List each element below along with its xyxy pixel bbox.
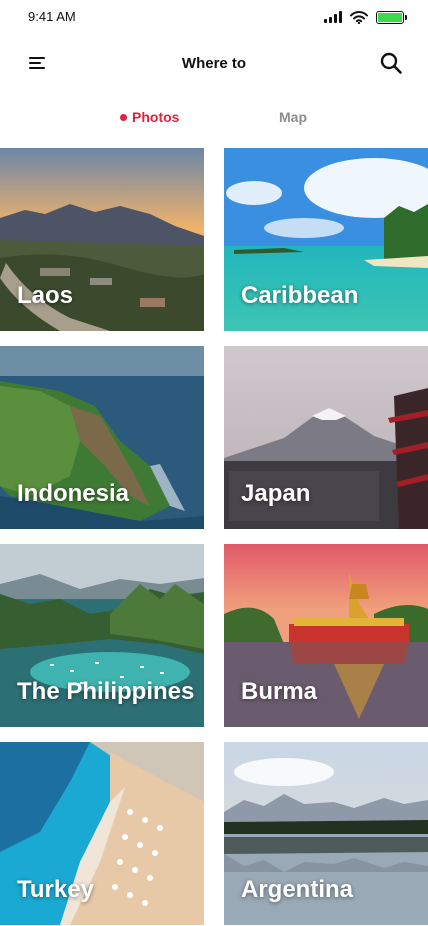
destination-name: Burma [241, 678, 318, 705]
battery-level-fill [378, 12, 402, 22]
destination-name: The Philippines [17, 678, 195, 705]
destination-card-turkey[interactable]: Turkey [0, 742, 204, 925]
destination-card-laos[interactable]: Laos [0, 148, 204, 331]
page-title: Where to [181, 55, 247, 72]
destination-grid: Laos Caribbean Indonesia Japan The Phili… [0, 148, 428, 925]
destination-name: Indonesia [17, 480, 130, 507]
active-tab-dot [120, 113, 127, 121]
destination-name: Caribbean [241, 282, 359, 309]
status-time: 9:41 AM [28, 9, 76, 24]
app-header: Where to [0, 34, 428, 92]
destination-card-japan[interactable]: Japan [224, 346, 428, 529]
destination-name: Japan [241, 480, 311, 507]
battery-icon [376, 10, 407, 24]
destination-card-argentina[interactable]: Argentina [224, 742, 428, 925]
app-screen: 9:41 AM Where to Photos Map Laos Caribbe… [0, 0, 428, 926]
status-icons [324, 9, 407, 25]
cellular-signal-icon [324, 11, 342, 23]
destination-name: Argentina [241, 876, 354, 903]
status-bar: 9:41 AM [0, 0, 428, 34]
search-icon [380, 52, 402, 74]
search-button[interactable] [376, 48, 406, 78]
destination-card-the-philippines[interactable]: The Philippines [0, 544, 204, 727]
tab-map-label: Map [279, 109, 307, 125]
destination-card-caribbean[interactable]: Caribbean [224, 148, 428, 331]
view-tabs: Photos Map [0, 104, 428, 130]
wifi-icon [350, 10, 368, 24]
destination-name: Laos [17, 282, 74, 309]
destination-card-indonesia[interactable]: Indonesia [0, 346, 204, 529]
destination-name: Turkey [17, 876, 94, 903]
tab-photos-label: Photos [132, 109, 180, 125]
destination-card-burma[interactable]: Burma [224, 544, 428, 727]
tab-photos[interactable]: Photos [120, 104, 179, 130]
tab-map[interactable]: Map [279, 104, 307, 130]
